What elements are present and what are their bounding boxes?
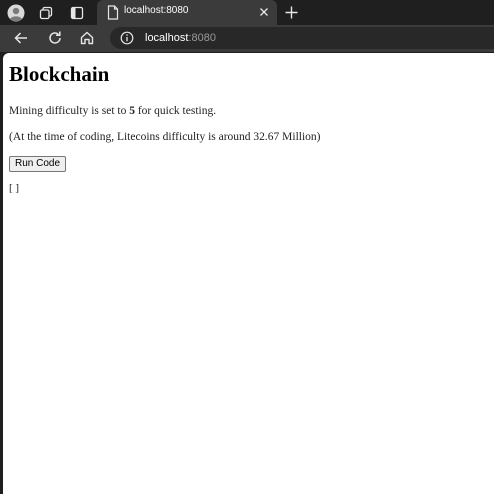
back-button[interactable] — [11, 28, 31, 48]
litecoin-note: (At the time of coding, Litecoins diffic… — [9, 131, 321, 143]
navigation-toolbar: localhost:8080 — [0, 25, 494, 52]
page-title: Blockchain — [9, 62, 110, 86]
reload-button[interactable] — [45, 28, 65, 48]
new-tab-button[interactable] — [282, 3, 300, 21]
page-content: Blockchain Mining difficulty is set to 5… — [3, 62, 494, 195]
difficulty-suffix: for quick testing. — [134, 105, 217, 117]
address-bar[interactable]: localhost:8080 — [110, 27, 494, 49]
difficulty-prefix: Mining difficulty is set to — [9, 105, 130, 117]
difficulty-text: Mining difficulty is set to 5 for quick … — [9, 86, 488, 118]
home-button[interactable] — [77, 28, 97, 48]
url-host: localhost — [145, 32, 189, 44]
page-viewport: Blockchain Mining difficulty is set to 5… — [3, 53, 494, 494]
back-arrow-icon — [14, 32, 27, 44]
workspaces-icon[interactable] — [36, 3, 56, 23]
url-port: :8080 — [188, 32, 216, 44]
tab-title: localhost:8080 — [124, 5, 189, 16]
vertical-tabs-icon[interactable] — [67, 3, 87, 23]
tab-localhost[interactable]: localhost:8080 — [97, 0, 277, 25]
info-icon[interactable] — [120, 31, 134, 45]
browser-window: localhost:8080 localhost:8080 Blockchain… — [0, 0, 494, 494]
url-text[interactable]: localhost:8080 — [145, 32, 216, 44]
close-icon[interactable] — [257, 5, 271, 19]
run-code-button[interactable]: Run Code — [9, 156, 67, 172]
profile-avatar-icon[interactable] — [6, 3, 26, 23]
page-icon — [106, 5, 120, 20]
reload-icon — [49, 31, 61, 44]
home-icon — [80, 31, 94, 45]
output-text: [ ] — [9, 182, 20, 194]
plus-icon — [285, 6, 297, 18]
tab-strip: localhost:8080 — [0, 0, 494, 25]
